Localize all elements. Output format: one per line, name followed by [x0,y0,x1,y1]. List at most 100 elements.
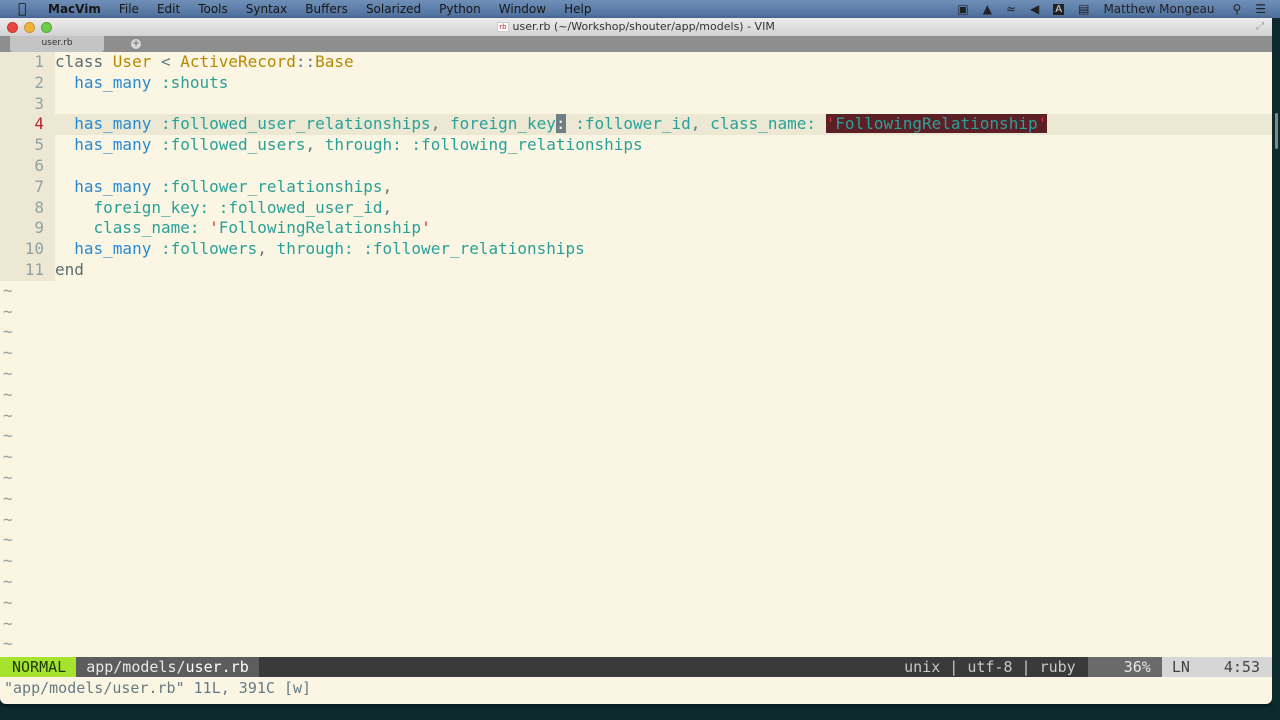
editor-buffer[interactable]: 1 class User < ActiveRecord::Base 2 has_ma… [0,52,1272,657]
line-number: 2 [0,72,55,94]
airplay-icon[interactable]: ▲ [983,2,992,16]
line-number: 8 [0,197,55,219]
code-line[interactable]: 6 [0,155,1272,177]
line-number: 5 [0,135,55,156]
empty-line-tilde: ~ [3,363,13,383]
code-token: :follower_relationships [160,176,383,196]
code-token: , [690,114,711,134]
code-token: :followers [160,239,258,259]
code-line-current[interactable]: 4 has_many :followed_user_relationships,… [0,114,1272,136]
empty-line-tilde: ~ [3,426,13,446]
notification-center-icon[interactable]: ☰ [1255,2,1266,16]
code-line[interactable]: 3 [0,93,1272,115]
volume-icon[interactable]: ◀ [1030,2,1039,16]
code-token: :followed_user_relationships [160,114,431,134]
scrollbar[interactable] [1272,18,1280,704]
menu-syntax[interactable]: Syntax [246,2,287,16]
menu-tools[interactable]: Tools [198,2,228,16]
facetime-camera-icon[interactable]: ▣ [957,2,968,16]
code-line[interactable]: 5 has_many :followed_users, through: :fo… [0,135,1272,156]
code-line[interactable]: 2 has_many :shouts [0,72,1272,94]
empty-line-tilde: ~ [3,280,13,300]
menu-python[interactable]: Python [439,2,481,16]
code-token: has_many [55,176,161,196]
code-line[interactable]: 9 class_name: 'FollowingRelationship' [0,218,1272,240]
code-line[interactable]: 10 has_many :followers, through: :follow… [0,239,1272,260]
empty-line-tilde: ~ [3,384,13,404]
user-name[interactable]: Matthew Mongeau [1103,2,1214,16]
command-line[interactable]: "app/models/user.rb" 11L, 391C [w] [0,677,1272,699]
empty-line-tilde: ~ [3,613,13,633]
line-number: 6 [0,155,55,177]
status-percent: 36% [1087,657,1162,677]
menu-file[interactable]: File [119,2,139,16]
input-source-icon[interactable]: A [1053,3,1065,15]
menu-app-name[interactable]: MacVim [48,2,101,16]
status-ln-label: LN [1171,658,1190,676]
spotlight-search-icon[interactable]: ⚲ [1232,2,1241,16]
code-token: Base [315,52,354,71]
code-token: class_name: [55,218,210,238]
code-token: end [55,259,84,279]
code-token: has_many [55,72,161,92]
tab-user-rb[interactable]: user.rb [10,36,104,52]
line-number: 9 [0,218,55,240]
code-token: through: :follower_relationships [276,239,585,259]
code-token: < [151,52,181,71]
empty-line-tilde: ~ [3,509,13,529]
status-file-info: unix | utf-8 | ruby [904,657,1088,677]
empty-line-tilde: ~ [3,488,13,508]
empty-line-tilde: ~ [3,322,13,342]
string-literal: 'FollowingRelationship' [209,218,431,238]
code-token: has_many [55,135,161,155]
wifi-icon[interactable]: ≈ [1006,2,1016,16]
code-token: :follower_id [565,114,691,134]
menu-buffers[interactable]: Buffers [305,2,348,16]
line-number: 11 [0,259,55,281]
code-token: foreign_key [449,114,556,134]
empty-line-tilde: ~ [3,447,13,467]
code-token: has_many [55,114,161,134]
code-token: through: :following_relationships [324,135,643,155]
empty-line-tilde: ~ [3,343,13,363]
menu-edit[interactable]: Edit [157,2,180,16]
empty-line-tilde: ~ [3,571,13,591]
code-token: class [55,52,113,71]
status-separator: | [949,658,959,676]
menu-bar:  MacVim File Edit Tools Syntax Buffers … [0,0,1280,18]
empty-line-tilde: ~ [3,405,13,425]
battery-icon[interactable]: ▤ [1078,2,1089,16]
menu-solarized[interactable]: Solarized [366,2,421,16]
code-token: has_many [55,239,161,259]
mode-indicator: NORMAL [0,657,77,677]
status-filetype: ruby [1039,658,1076,676]
code-lines: 1 class User < ActiveRecord::Base 2 has_ma… [0,52,1272,281]
code-line[interactable]: 8 foreign_key: :followed_user_id, [0,197,1272,219]
code-line[interactable]: 11 end [0,259,1272,281]
status-file-path: app/models/user.rb [76,657,259,677]
add-tab-icon[interactable]: + [131,39,141,49]
status-separator: | [1021,658,1031,676]
status-file-dir: app/models/ [86,658,186,676]
menu-window[interactable]: Window [499,2,546,16]
code-line[interactable]: 1 class User < ActiveRecord::Base [0,52,1272,73]
code-token: :: [295,52,316,71]
line-number: 7 [0,176,55,198]
code-line[interactable]: 7 has_many :follower_relationships, [0,176,1272,198]
menu-help[interactable]: Help [564,2,591,16]
window-title-text: user.rb (~/Workshop/shouter/app/models) … [512,20,775,33]
code-token: :followed_users [160,135,306,155]
fullscreen-icon[interactable]: ⤢ [1256,21,1264,32]
code-token: , [430,114,450,134]
apple-menu-icon[interactable]:  [18,2,32,16]
code-token: User [112,52,152,71]
code-token: , [382,176,393,196]
empty-line-tilde: ~ [3,301,13,321]
code-token: , [257,239,277,259]
line-number: 4 [0,114,55,136]
window-title: rb user.rb (~/Workshop/shouter/app/models… [0,20,1272,33]
status-position: LN 4:53 [1161,657,1272,677]
code-token: class_name: [710,114,826,134]
scrollbar-thumb[interactable] [1275,113,1278,149]
title-bar: rb user.rb (~/Workshop/shouter/app/models… [0,18,1272,36]
